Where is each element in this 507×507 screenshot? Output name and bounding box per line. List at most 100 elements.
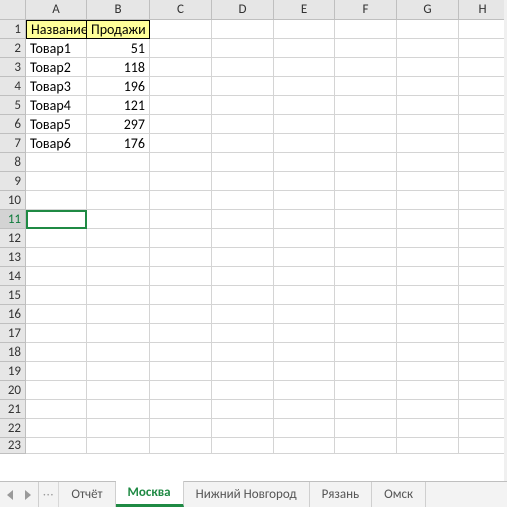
cell-A23[interactable] [26, 438, 87, 454]
tab-nav-next-icon[interactable] [22, 490, 32, 500]
cell-E13[interactable] [274, 248, 335, 267]
cell-D13[interactable] [212, 248, 274, 267]
row-header-20[interactable]: 20 [0, 381, 26, 400]
column-header-b[interactable]: B [87, 0, 150, 20]
cell-B4[interactable]: 196 [87, 77, 150, 96]
column-header-d[interactable]: D [212, 0, 274, 20]
cell-E7[interactable] [274, 134, 335, 153]
cell-E21[interactable] [274, 400, 335, 419]
cell-A17[interactable] [26, 324, 87, 343]
cell-E3[interactable] [274, 58, 335, 77]
cell-C21[interactable] [150, 400, 212, 419]
cell-G5[interactable] [397, 96, 459, 115]
cell-D8[interactable] [212, 153, 274, 172]
row-header-5[interactable]: 5 [0, 96, 26, 115]
cell-B12[interactable] [87, 229, 150, 248]
cell-C14[interactable] [150, 267, 212, 286]
row-header-18[interactable]: 18 [0, 343, 26, 362]
cell-B3[interactable]: 118 [87, 58, 150, 77]
cell-D22[interactable] [212, 419, 274, 438]
cell-E22[interactable] [274, 419, 335, 438]
cell-C15[interactable] [150, 286, 212, 305]
cell-B19[interactable] [87, 362, 150, 381]
cell-C16[interactable] [150, 305, 212, 324]
cell-C11[interactable] [150, 210, 212, 229]
cell-A15[interactable] [26, 286, 87, 305]
cell-G2[interactable] [397, 39, 459, 58]
row-header-10[interactable]: 10 [0, 191, 26, 210]
column-header-e[interactable]: E [274, 0, 335, 20]
cell-F21[interactable] [335, 400, 397, 419]
cell-B21[interactable] [87, 400, 150, 419]
cell-D19[interactable] [212, 362, 274, 381]
cell-F3[interactable] [335, 58, 397, 77]
cell-G17[interactable] [397, 324, 459, 343]
cell-A8[interactable] [26, 153, 87, 172]
cell-D14[interactable] [212, 267, 274, 286]
cell-D3[interactable] [212, 58, 274, 77]
cell-G4[interactable] [397, 77, 459, 96]
cell-D5[interactable] [212, 96, 274, 115]
cell-F15[interactable] [335, 286, 397, 305]
cell-H13[interactable] [459, 248, 507, 267]
sheet-tab-4[interactable]: Омск [372, 482, 426, 507]
cell-H16[interactable] [459, 305, 507, 324]
cell-B5[interactable]: 121 [87, 96, 150, 115]
cell-B18[interactable] [87, 343, 150, 362]
cell-G1[interactable] [397, 20, 459, 39]
cell-F2[interactable] [335, 39, 397, 58]
row-header-7[interactable]: 7 [0, 134, 26, 153]
cell-B22[interactable] [87, 419, 150, 438]
cell-A22[interactable] [26, 419, 87, 438]
spreadsheet-grid[interactable]: ABCDEFGH1НазваниеПродажи2Товар1513Товар2… [0, 0, 507, 454]
row-header-13[interactable]: 13 [0, 248, 26, 267]
cell-F5[interactable] [335, 96, 397, 115]
cell-E16[interactable] [274, 305, 335, 324]
row-header-15[interactable]: 15 [0, 286, 26, 305]
cell-C10[interactable] [150, 191, 212, 210]
cell-H4[interactable] [459, 77, 507, 96]
cell-H12[interactable] [459, 229, 507, 248]
cell-G11[interactable] [397, 210, 459, 229]
cell-H6[interactable] [459, 115, 507, 134]
cell-C23[interactable] [150, 438, 212, 454]
cell-D11[interactable] [212, 210, 274, 229]
cell-C18[interactable] [150, 343, 212, 362]
cell-A2[interactable]: Товар1 [26, 39, 87, 58]
cell-G18[interactable] [397, 343, 459, 362]
cell-B13[interactable] [87, 248, 150, 267]
cell-D17[interactable] [212, 324, 274, 343]
cell-F20[interactable] [335, 381, 397, 400]
cell-B1[interactable]: Продажи [87, 20, 150, 39]
cell-A4[interactable]: Товар3 [26, 77, 87, 96]
cell-F4[interactable] [335, 77, 397, 96]
cell-E14[interactable] [274, 267, 335, 286]
select-all-corner[interactable] [0, 0, 26, 20]
cell-E8[interactable] [274, 153, 335, 172]
cell-G19[interactable] [397, 362, 459, 381]
row-header-22[interactable]: 22 [0, 419, 26, 438]
cell-C20[interactable] [150, 381, 212, 400]
row-header-2[interactable]: 2 [0, 39, 26, 58]
cell-F23[interactable] [335, 438, 397, 454]
cell-A20[interactable] [26, 381, 87, 400]
cell-F17[interactable] [335, 324, 397, 343]
cell-D20[interactable] [212, 381, 274, 400]
cell-H1[interactable] [459, 20, 507, 39]
cell-H8[interactable] [459, 153, 507, 172]
cell-D23[interactable] [212, 438, 274, 454]
cell-B14[interactable] [87, 267, 150, 286]
cell-G13[interactable] [397, 248, 459, 267]
cell-H14[interactable] [459, 267, 507, 286]
cell-G15[interactable] [397, 286, 459, 305]
row-header-11[interactable]: 11 [0, 210, 26, 229]
cell-D18[interactable] [212, 343, 274, 362]
cell-E12[interactable] [274, 229, 335, 248]
cell-H20[interactable] [459, 381, 507, 400]
cell-E10[interactable] [274, 191, 335, 210]
row-header-23[interactable]: 23 [0, 438, 26, 454]
cell-G3[interactable] [397, 58, 459, 77]
cell-B17[interactable] [87, 324, 150, 343]
cell-F19[interactable] [335, 362, 397, 381]
cell-A1[interactable]: Название [26, 20, 87, 39]
